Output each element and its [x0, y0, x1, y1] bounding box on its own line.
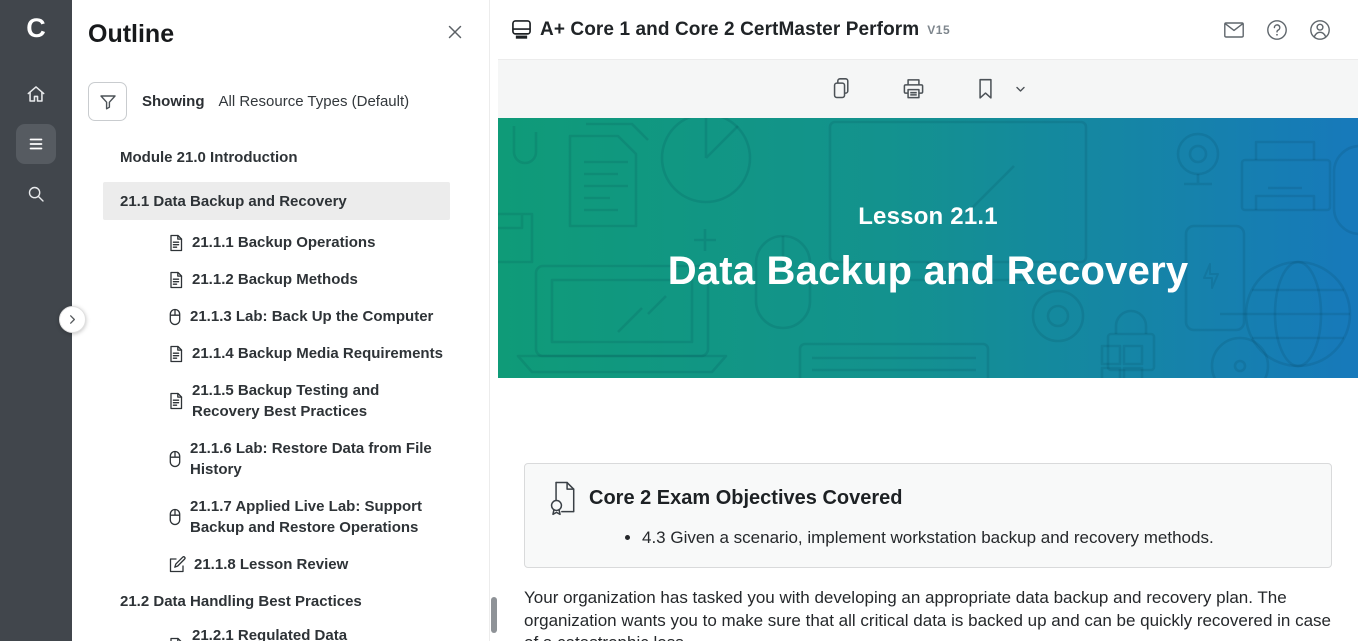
bookmark-group [973, 76, 1028, 102]
rail-outline-button[interactable] [16, 124, 56, 164]
outline-section-21-2[interactable]: 21.2 Data Handling Best Practices [88, 591, 489, 612]
filter-showing-label: Showing [142, 93, 205, 110]
outline-item-21-1-1[interactable]: 21.1.1 Backup Operations [88, 232, 489, 253]
filter-row: Showing All Resource Types (Default) [88, 82, 489, 121]
close-icon[interactable] [445, 22, 465, 42]
certificate-icon [549, 480, 579, 516]
course-header: A+ Core 1 and Core 2 CertMaster Perform … [498, 0, 1358, 60]
mail-icon[interactable] [1222, 18, 1246, 42]
ebook-icon [510, 18, 533, 41]
lesson-toolbar [498, 60, 1358, 118]
search-icon [26, 184, 46, 204]
print-icon[interactable] [901, 76, 927, 102]
chevron-down-icon[interactable] [1014, 82, 1028, 96]
copy-icon[interactable] [829, 76, 855, 102]
document-icon [168, 392, 184, 410]
toolbar-center-group [829, 76, 1028, 102]
header-actions [1222, 18, 1332, 42]
next-page-button[interactable] [1299, 78, 1321, 100]
document-icon [168, 637, 184, 641]
outline-item-21-1-5[interactable]: 21.1.5 Backup Testing and Recovery Best … [88, 380, 489, 422]
outline-panel-title: Outline [88, 18, 174, 50]
mouse-icon [168, 508, 182, 526]
previous-page-button[interactable] [537, 78, 559, 100]
mouse-icon [168, 308, 182, 326]
lesson-content: Core 2 Exam Objectives Covered 4.3 Given… [498, 378, 1358, 641]
outline-list: Module 21.0 Introduction 21.1 Data Backu… [88, 147, 489, 641]
document-icon [168, 345, 184, 363]
exam-objectives-list: 4.3 Given a scenario, implement workstat… [642, 526, 1307, 549]
rail-home-button[interactable] [16, 74, 56, 114]
outline-item-21-1-8[interactable]: 21.1.8 Lesson Review [88, 554, 489, 575]
outline-item-21-1-6[interactable]: 21.1.6 Lab: Restore Data from File Histo… [88, 438, 489, 480]
outline-item-21-1-7[interactable]: 21.1.7 Applied Live Lab: Support Backup … [88, 496, 489, 538]
outline-item-21-1-selected[interactable]: 21.1 Data Backup and Recovery [103, 182, 450, 220]
bookmark-icon[interactable] [973, 76, 999, 102]
outline-panel: Outline Showing All Resource Types (Defa… [72, 0, 489, 641]
comptia-logo: C [0, 0, 72, 56]
chevron-right-icon [67, 314, 78, 325]
lesson-number: Lesson 21.1 [858, 203, 998, 231]
exam-objective-item: 4.3 Given a scenario, implement workstat… [642, 526, 1307, 549]
document-icon [168, 234, 184, 252]
filter-icon [98, 92, 118, 112]
outline-item-21-1-4[interactable]: 21.1.4 Backup Media Requirements [88, 343, 489, 364]
outline-section-module-21-0[interactable]: Module 21.0 Introduction [88, 147, 489, 168]
outline-item-21-1-3[interactable]: 21.1.3 Lab: Back Up the Computer [88, 306, 489, 327]
rail-search-button[interactable] [16, 174, 56, 214]
outline-scrollbar [489, 0, 498, 641]
exam-objectives-box: Core 2 Exam Objectives Covered 4.3 Given… [524, 463, 1332, 568]
filter-button[interactable] [88, 82, 127, 121]
app-window: C [0, 0, 1358, 641]
lesson-title: Data Backup and Recovery [668, 249, 1189, 294]
mouse-icon [168, 450, 182, 468]
banner-text: Lesson 21.1 Data Backup and Recovery [498, 118, 1358, 378]
account-icon[interactable] [1308, 18, 1332, 42]
logo-text: C [26, 13, 46, 44]
filter-value: All Resource Types (Default) [219, 93, 410, 110]
panel-toggle-button[interactable] [59, 306, 86, 333]
lesson-banner: Lesson 21.1 Data Backup and Recovery [498, 118, 1358, 378]
edit-icon [168, 556, 186, 574]
main-pane: A+ Core 1 and Core 2 CertMaster Perform … [498, 0, 1358, 641]
outline-item-21-1-2[interactable]: 21.1.2 Backup Methods [88, 269, 489, 290]
menu-icon [26, 134, 46, 154]
lesson-intro-paragraph: Your organization has tasked you with de… [524, 587, 1332, 641]
outline-item-21-2-1[interactable]: 21.2.1 Regulated Data Classification [88, 625, 489, 641]
home-icon [25, 83, 47, 105]
help-icon[interactable] [1265, 18, 1289, 42]
outline-scrollbar-thumb[interactable] [491, 597, 497, 633]
course-version-badge: V15 [927, 23, 950, 37]
rail-items [0, 74, 72, 214]
document-icon [168, 271, 184, 289]
course-title: A+ Core 1 and Core 2 CertMaster Perform [540, 19, 919, 41]
exam-objectives-title: Core 2 Exam Objectives Covered [589, 487, 902, 510]
